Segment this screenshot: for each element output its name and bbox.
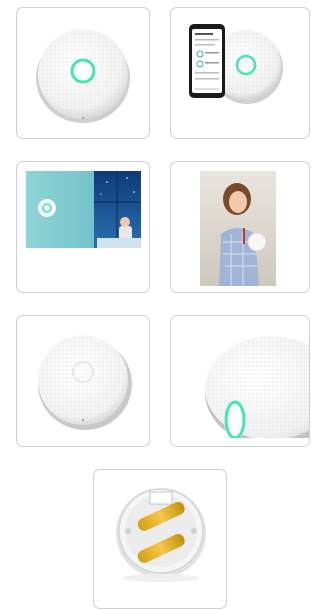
thumbnail-6[interactable] [170, 315, 310, 447]
battery-compartment-image [116, 488, 206, 582]
air-sensor-front-image [36, 29, 130, 123]
woman-holding-sensor-image [200, 171, 276, 286]
air-sensor-side-closeup-image [171, 336, 309, 446]
thumbnail-2[interactable] [170, 7, 310, 139]
air-sensor-angle-image [38, 335, 132, 430]
thumbnail-3[interactable] [16, 161, 150, 293]
thumbnail-7[interactable] [93, 469, 227, 609]
thumbnail-5[interactable] [16, 315, 150, 447]
thumbnail-4[interactable] [170, 161, 310, 293]
air-sensor-with-phone-app-image [189, 24, 283, 104]
air-sensor-bedroom-scene-image [26, 171, 141, 248]
thumbnail-1[interactable] [16, 7, 150, 139]
